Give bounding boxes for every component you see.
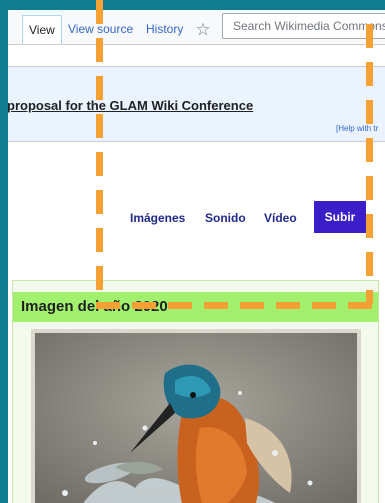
nav-video[interactable]: Vídeo <box>264 211 297 225</box>
watch-star-icon[interactable]: ☆ <box>190 15 216 44</box>
tab-history[interactable]: History <box>140 15 190 44</box>
page-tabs-bar: View View source History ☆ Search Wikime… <box>8 10 385 45</box>
potd-header: Imagen del año 2020 <box>13 292 378 322</box>
kingfisher-photo[interactable] <box>31 329 361 503</box>
tab-view[interactable]: View <box>22 15 62 44</box>
nav-sound[interactable]: Sonido <box>205 211 246 225</box>
banner-link[interactable]: proposal for the GLAM Wiki Conference <box>8 98 253 113</box>
picture-of-the-year-box: Imagen del año 2020 <box>12 280 379 503</box>
potd-title: Imagen del año 2020 <box>21 298 168 315</box>
kingfisher-illustration <box>35 333 357 503</box>
conference-banner: proposal for the GLAM Wiki Conference <box>8 66 385 142</box>
commons-page: View View source History ☆ Search Wikime… <box>8 10 385 503</box>
nav-images[interactable]: Imágenes <box>130 211 185 225</box>
search-input[interactable]: Search Wikimedia Commons <box>222 13 385 39</box>
help-translate-link[interactable]: [Help with tr <box>336 124 378 133</box>
upload-button[interactable]: Subir <box>314 201 366 233</box>
tab-view-source[interactable]: View source <box>62 15 140 44</box>
